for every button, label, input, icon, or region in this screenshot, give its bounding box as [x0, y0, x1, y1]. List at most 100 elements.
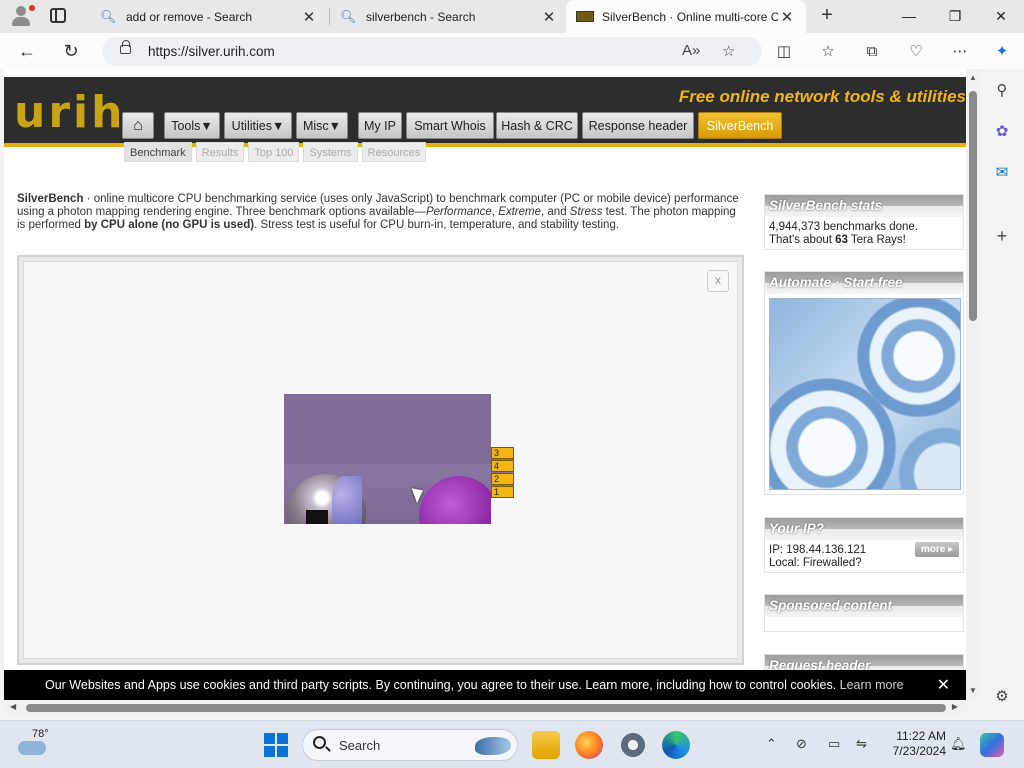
automate-heading: Automate · Start free: [765, 272, 963, 294]
horizontal-scrollbar[interactable]: ◀ ▶: [4, 700, 966, 716]
close-benchmark-button[interactable]: x: [707, 270, 729, 292]
add-sidebar-app-icon[interactable]: +: [992, 226, 1012, 246]
subnav-benchmark[interactable]: Benchmark: [124, 142, 192, 162]
restore-icon[interactable]: ❐: [932, 0, 978, 33]
close-cookie-icon[interactable]: ✕: [937, 675, 950, 695]
thread-lane: 2: [491, 473, 514, 485]
sidebar-search-icon[interactable]: ⚲: [992, 81, 1012, 101]
start-button[interactable]: [264, 733, 288, 757]
thread-lane: 3: [491, 447, 514, 459]
site-logo[interactable]: urih: [14, 91, 125, 135]
network-off-icon[interactable]: ⊘: [796, 736, 807, 752]
sponsored-box: Sponsored content: [764, 594, 964, 632]
favorites-icon[interactable]: ☆: [818, 42, 838, 62]
edge-sidebar: ⚲ ✿ ✉ + ⚙: [980, 69, 1024, 716]
tab-actions-icon[interactable]: [50, 8, 66, 23]
subnav-systems[interactable]: Systems: [303, 142, 358, 162]
nav-hash-crc[interactable]: Hash & CRC: [496, 112, 578, 139]
collections-icon[interactable]: ⧉: [862, 42, 882, 62]
home-button[interactable]: ⌂: [122, 112, 154, 139]
more-button[interactable]: more ▸: [915, 542, 959, 557]
sound-icon[interactable]: ⇋: [856, 736, 867, 752]
subnav-results[interactable]: Results: [195, 142, 245, 162]
gears-image[interactable]: [769, 298, 961, 490]
scroll-up-icon[interactable]: ▲: [968, 73, 978, 82]
subnav-top-100[interactable]: Top 100: [248, 142, 300, 162]
sponsored-heading: Sponsored content: [765, 595, 963, 617]
blue-sphere: [332, 476, 362, 524]
copilot-icon[interactable]: ✦: [992, 42, 1012, 62]
file-explorer-icon[interactable]: [532, 731, 560, 759]
sidebar-copilot-icon[interactable]: ✿: [992, 122, 1012, 142]
your-ip-box: Your IP? IP: 198.44.136.121 Local: Firew…: [764, 517, 964, 573]
nav-misc[interactable]: Misc▼: [296, 112, 348, 139]
scroll-left-icon[interactable]: ◀: [10, 702, 16, 711]
scroll-down-icon[interactable]: ▼: [968, 686, 978, 695]
address-bar[interactable]: https://silver.urih.com A» ☆: [102, 37, 762, 66]
nav-response-header[interactable]: Response header: [582, 112, 694, 139]
more-menu-icon[interactable]: ⋯: [950, 42, 970, 62]
render-thread-lanes: 3 4 2 1: [491, 447, 514, 499]
show-hidden-icons[interactable]: ⌃: [766, 736, 777, 752]
performance-icon[interactable]: ♡: [906, 42, 926, 62]
nav-smart-whois[interactable]: Smart Whois: [406, 112, 494, 139]
back-icon[interactable]: ←: [12, 37, 42, 65]
read-aloud-icon[interactable]: A»: [682, 42, 700, 59]
site-tagline: Free online network tools & utilities: [678, 87, 966, 106]
profile-icon[interactable]: [8, 3, 36, 29]
cloud-icon: [18, 741, 46, 755]
settings-gear-icon[interactable]: ⚙: [992, 687, 1012, 707]
edge-icon[interactable]: [662, 731, 690, 759]
your-ip-heading: Your IP?: [765, 518, 963, 540]
web-page: urih Free online network tools & utiliti…: [4, 69, 966, 700]
split-screen-icon[interactable]: ◫: [774, 42, 794, 62]
nav-silverbench[interactable]: SilverBench: [698, 112, 782, 139]
home-icon: ⌂: [133, 116, 143, 134]
tab-silverbench-site[interactable]: SilverBench · Online multi-core C ✕: [566, 0, 806, 33]
display-icon[interactable]: ▭: [828, 736, 840, 752]
refresh-icon[interactable]: ↻: [56, 37, 86, 65]
thread-lane: 1: [491, 486, 514, 498]
tab-silverbench-search[interactable]: 🔍︎ silverbench - Search ✕: [330, 0, 568, 33]
site-header: urih Free online network tools & utiliti…: [4, 77, 966, 147]
subnav-resources[interactable]: Resources: [361, 142, 427, 162]
search-icon: 🔍︎: [340, 8, 357, 24]
close-tab-icon[interactable]: ✕: [778, 8, 796, 26]
search-icon: [313, 736, 326, 749]
lock-icon[interactable]: [120, 40, 131, 54]
render-preview: [284, 394, 514, 524]
horizontal-scroll-thumb[interactable]: [26, 704, 946, 712]
taskbar-clock[interactable]: 11:22 AM 7/23/2024: [882, 729, 946, 759]
automate-ad-box[interactable]: Automate · Start free: [764, 271, 964, 495]
taskbar-search[interactable]: Search: [302, 729, 518, 761]
benchmark-panel: x 3 4 2 1: [17, 255, 744, 665]
tab-add-or-remove[interactable]: 🔍︎ add or remove - Search ✕: [90, 0, 328, 33]
settings-icon[interactable]: [619, 731, 647, 759]
notifications-bell-icon[interactable]: 🔔︎: [950, 736, 967, 752]
nav-my-ip[interactable]: My IP: [358, 112, 402, 139]
benchmark-canvas-area: x 3 4 2 1: [23, 261, 738, 659]
nav-utilities[interactable]: Utilities▼: [224, 112, 292, 139]
close-window-icon[interactable]: ✕: [978, 0, 1024, 33]
copilot-taskbar-icon[interactable]: [980, 733, 1004, 757]
vertical-scroll-thumb[interactable]: [969, 91, 977, 321]
outlook-icon[interactable]: ✉: [992, 163, 1012, 183]
weather-widget[interactable]: 78°: [18, 728, 49, 759]
close-tab-icon[interactable]: ✕: [540, 8, 558, 26]
sub-nav: Benchmark Results Top 100 Systems Resour…: [124, 142, 430, 164]
thread-lane: 4: [491, 460, 514, 472]
firefox-icon[interactable]: [575, 731, 603, 759]
vertical-scrollbar[interactable]: ▲ ▼: [966, 69, 980, 700]
stats-box: SilverBench stats 4,944,373 benchmarks d…: [764, 194, 964, 250]
site-favicon-icon: [576, 11, 594, 22]
minimize-icon[interactable]: —: [886, 0, 932, 33]
favorite-star-icon[interactable]: ☆: [722, 42, 735, 60]
scroll-right-icon[interactable]: ▶: [952, 702, 958, 711]
new-tab-icon[interactable]: +: [816, 4, 838, 28]
nav-tools[interactable]: Tools▼: [164, 112, 220, 139]
url-text[interactable]: https://silver.urih.com: [148, 44, 275, 59]
cookie-message: Our Websites and Apps use cookies and th…: [45, 678, 904, 692]
learn-more-link[interactable]: Learn more: [840, 678, 904, 692]
local-ip: Local: Firewalled?: [769, 557, 862, 569]
close-tab-icon[interactable]: ✕: [300, 8, 318, 26]
